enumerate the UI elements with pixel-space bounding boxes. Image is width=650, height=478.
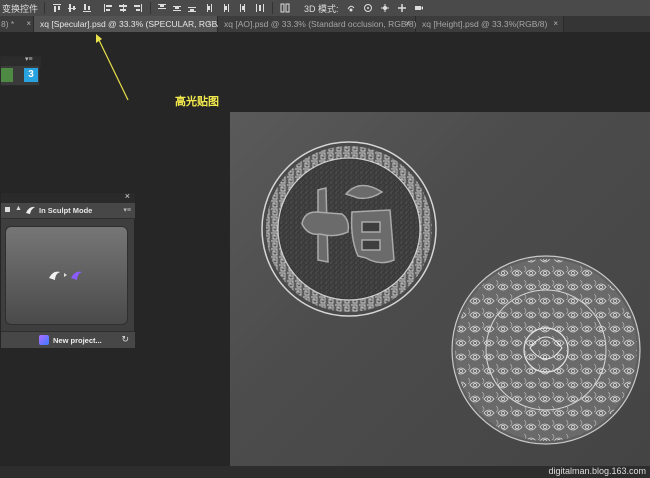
panel-toolbar: ▲ In Sculpt Mode ▾≡ — [1, 203, 135, 219]
3d-scale-icon[interactable] — [414, 3, 424, 13]
distribute-vcenter-icon[interactable] — [172, 3, 182, 13]
panel-header: × — [1, 191, 135, 203]
close-icon[interactable]: × — [553, 16, 558, 32]
annotation-label: 高光贴图 — [175, 96, 219, 108]
refresh-icon[interactable]: ↻ — [121, 334, 129, 345]
3d-pan-icon[interactable] — [380, 3, 390, 13]
3d-slide-icon[interactable] — [397, 3, 407, 13]
collapse-icon[interactable]: ▾≡ — [25, 55, 33, 63]
3d-mode-label: 3D 模式: — [304, 4, 339, 14]
separator — [150, 2, 151, 14]
preview-area[interactable] — [5, 226, 128, 325]
specular-map-artwork — [261, 141, 641, 445]
color-swatch[interactable] — [1, 68, 13, 82]
tab-label: xq [AO].psd @ 33.3% (Standard occlusion,… — [224, 19, 423, 29]
separator — [272, 2, 273, 14]
panel-menu-icon[interactable]: ▾≡ — [123, 206, 131, 214]
distribute-right-icon[interactable] — [236, 3, 246, 13]
tab-label: xq [Height].psd @ 33.3%(RGB/8) — [422, 19, 548, 29]
align-left-icon[interactable] — [103, 3, 113, 13]
distribute-bottom-icon[interactable] — [187, 3, 197, 13]
sculpt-mode-label: In Sculpt Mode — [39, 206, 93, 215]
panel-footer: New project... ↻ — [1, 331, 135, 348]
distribute-spacing-icon[interactable] — [255, 3, 265, 13]
close-icon[interactable]: × — [125, 191, 130, 201]
transform-controls-label[interactable]: 变换控件 — [2, 2, 38, 15]
tab-ao[interactable]: xq [AO].psd @ 33.3% (Standard occlusion,… — [218, 16, 422, 32]
triangle-up-icon[interactable]: ▲ — [15, 205, 22, 212]
photoshop-to-3dcoat-icon — [49, 271, 82, 280]
distribute-hcenter-icon[interactable] — [221, 3, 231, 13]
document-canvas[interactable] — [230, 112, 650, 466]
align-hcenter-icon[interactable] — [118, 3, 128, 13]
tab-label: 8) * — [1, 19, 15, 29]
medallion-floral — [451, 255, 641, 445]
mini-panel: ▾≡ 3 — [0, 55, 41, 86]
annotation-arrow — [96, 34, 129, 101]
new-project-button[interactable]: New project... — [53, 336, 102, 345]
align-right-icon[interactable] — [133, 3, 143, 13]
tab-label: xq [Specular].psd @ 33.3% (SPECULAR, RGB… — [40, 19, 228, 29]
tab-height[interactable]: xq [Height].psd @ 33.3%(RGB/8) × — [416, 16, 564, 32]
align-vcenter-icon[interactable] — [67, 3, 77, 13]
align-bottom-icon[interactable] — [82, 3, 92, 13]
new-project-icon[interactable] — [39, 335, 49, 345]
close-icon[interactable]: × — [405, 16, 410, 32]
3dcoat-panel: × ▲ In Sculpt Mode ▾≡ New project... ↻ — [0, 191, 135, 348]
close-icon[interactable]: × — [26, 16, 31, 32]
close-icon[interactable]: × — [207, 16, 212, 32]
3dcoat-swirl-icon — [26, 206, 35, 214]
3d-roll-icon[interactable] — [363, 3, 373, 13]
auto-align-icon[interactable] — [280, 3, 290, 13]
stop-icon[interactable] — [5, 207, 10, 212]
options-bar: 变换控件 3D 模式: — [0, 0, 650, 17]
tab-document-1[interactable]: 8) * × — [0, 16, 34, 32]
align-top-icon[interactable] — [52, 3, 62, 13]
mini-panel-header: ▾≡ — [1, 55, 41, 66]
separator — [44, 2, 45, 14]
distribute-top-icon[interactable] — [157, 3, 167, 13]
distribute-left-icon[interactable] — [206, 3, 216, 13]
3dcoat-logo-icon[interactable]: 3 — [24, 68, 38, 82]
medallion-calligraphy — [261, 141, 437, 317]
3d-rotate-icon[interactable] — [346, 3, 356, 13]
watermark-text: digitalman.blog.163.com — [548, 466, 646, 476]
